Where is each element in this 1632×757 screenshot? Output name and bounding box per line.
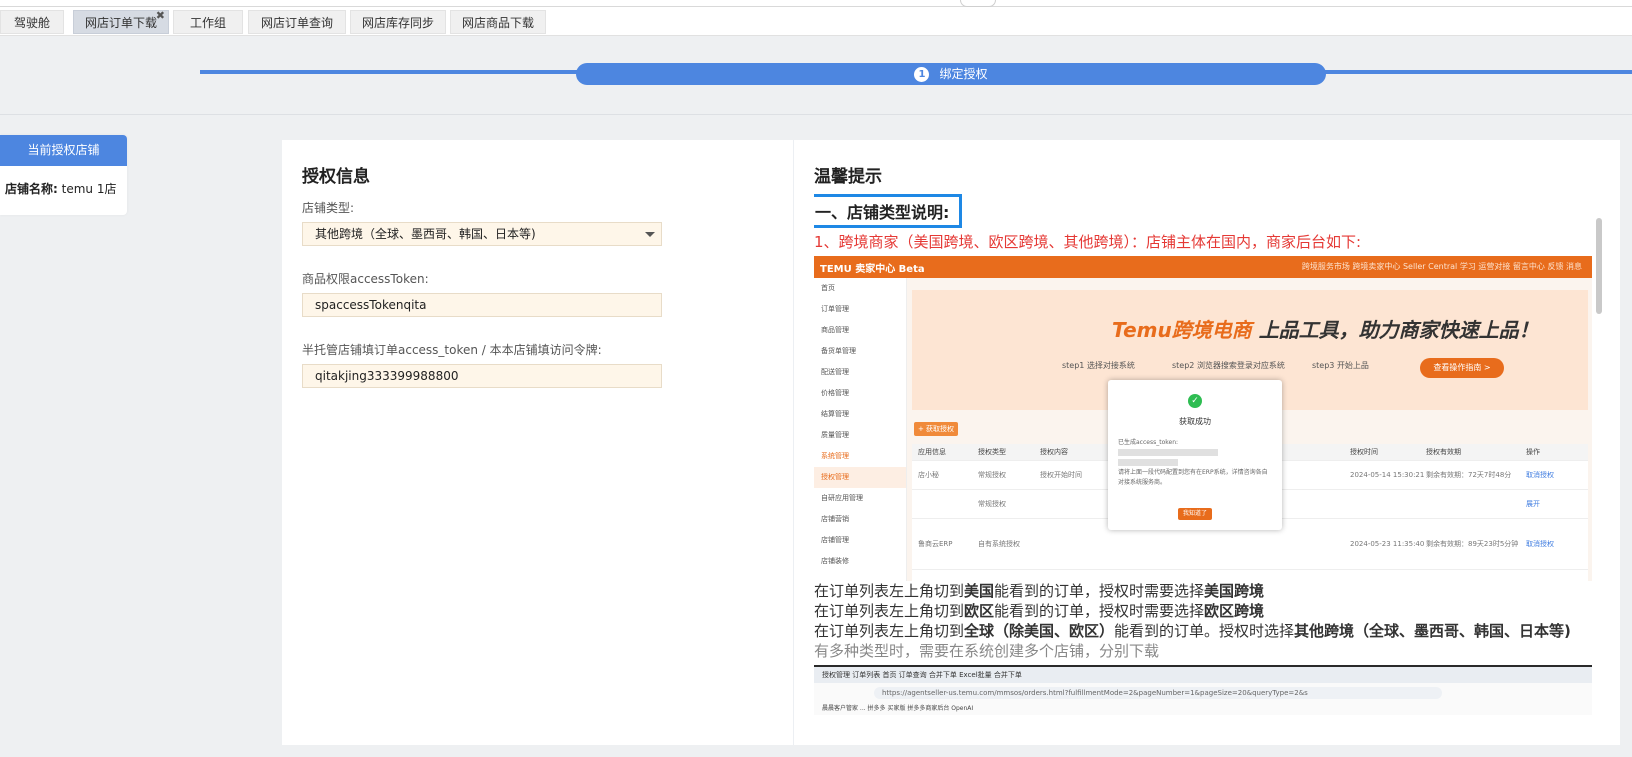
tips-section: 温馨提示 一、店铺类型说明: 1、跨境商家（美国跨境、欧区跨境、其他跨境）：店铺… — [814, 162, 1604, 742]
banner-title: Temu跨境电商 上品工具，助力商家快速上品！ — [1112, 318, 1539, 342]
screenshot-sidebar-item: 系统管理 — [821, 452, 849, 460]
store-type-heading: 一、店铺类型说明: — [814, 194, 963, 228]
modal-ok-button: 我知道了 — [1178, 508, 1212, 520]
chevron-down-icon — [645, 232, 655, 237]
current-store-card: 当前授权店铺 店铺名称: temu 1店 — [0, 135, 127, 215]
tab-close-icon[interactable]: ✖ — [156, 4, 165, 28]
banner-step: step2 浏览器搜索登录对应系统 — [1172, 361, 1285, 370]
window-top-edge — [0, 0, 1632, 7]
screenshot-sidebar-item: 价格管理 — [821, 389, 849, 397]
screenshot-sidebar-item: 商品管理 — [821, 326, 849, 334]
screenshot-sidebar-item: 首页 — [821, 284, 835, 292]
banner-step: step1 选择对接系统 — [1062, 361, 1135, 370]
collapse-handle[interactable] — [960, 0, 996, 7]
banner-guide-button: 查看操作指南 > — [1420, 358, 1504, 378]
step-label: 绑定授权 — [939, 67, 988, 81]
screenshot-sidebar-item: 自研应用管理 — [821, 494, 863, 502]
store-card-header: 当前授权店铺 — [0, 135, 127, 166]
tab-workgroup[interactable]: 工作组 — [173, 10, 243, 34]
browser-screenshot: 授权管理 订单列表 首页 订单查询 合并下单 Excel批量 合并下单 http… — [814, 665, 1592, 715]
product-token-label: 商品权限accessToken: — [302, 272, 429, 286]
tips-scrollbar[interactable] — [1596, 218, 1602, 314]
screenshot-success-modal: ✓ 获取成功 已生成access_token: 请将上面一段代码配置到您有在ER… — [1108, 380, 1282, 530]
checkmark-icon: ✓ — [1188, 394, 1202, 408]
screenshot-sidebar-item: 结算管理 — [821, 410, 849, 418]
temu-logo: TEMU 卖家中心 Beta — [820, 264, 925, 275]
screenshot-sidebar-item: 授权管理 — [814, 467, 906, 488]
screenshot-sidebar-item: 质量管理 — [821, 431, 849, 439]
store-type-label: 店铺类型: — [302, 201, 355, 215]
step-number-badge: 1 — [914, 67, 930, 82]
store-name-value: temu 1店 — [61, 182, 117, 196]
screenshot-sidebar-item: 店铺装修 — [821, 557, 849, 565]
tip-line-us: 在订单列表左上角切到美国能看到的订单，授权时需要选择美国跨境 — [814, 582, 1265, 600]
tip-line-eu: 在订单列表左上角切到欧区能看到的订单，授权时需要选择欧区跨境 — [814, 602, 1265, 620]
screenshot-header-links: 跨境服务市场 跨境卖家中心 Seller Central 学习 运营对接 留言中… — [1301, 262, 1582, 271]
redacted-token — [1118, 459, 1178, 466]
redacted-token — [1118, 449, 1218, 456]
tab-store-order-query[interactable]: 网店订单查询 — [248, 10, 346, 34]
auth-info-section: 授权信息 店铺类型: 其他跨境（全球、墨西哥、韩国、日本等) 商品权限acces… — [302, 162, 772, 388]
tips-scroll-area[interactable]: 一、店铺类型说明: 1、跨境商家（美国跨境、欧区跨境、其他跨境）：店铺主体在国内… — [814, 194, 1592, 742]
cross-border-note: 1、跨境商家（美国跨境、欧区跨境、其他跨境）：店铺主体在国内，商家后台如下: — [814, 233, 1362, 251]
store-name-label: 店铺名称: — [5, 182, 58, 196]
screenshot-sidebar-item: 店铺营销 — [821, 515, 849, 523]
tab-cockpit[interactable]: 驾驶舱 — [0, 10, 64, 34]
tips-title: 温馨提示 — [814, 167, 882, 187]
tab-store-order-download[interactable]: 网店订单下载 ✖ — [73, 9, 169, 34]
screenshot-add-auth-button: + 获取授权 — [914, 422, 958, 436]
product-token-input[interactable]: spaccessTokenqita — [302, 293, 662, 317]
screenshot-sidebar-item: 店铺管理 — [821, 536, 849, 544]
temu-backend-screenshot: TEMU 卖家中心 Beta 跨境服务市场 跨境卖家中心 Seller Cent… — [814, 256, 1592, 581]
store-type-select[interactable]: 其他跨境（全球、墨西哥、韩国、日本等) — [302, 222, 662, 246]
step-bar: 1 绑定授权 — [0, 36, 1632, 115]
browser-bookmarks: 晨晨客户管家 ... 拼多多 买家版 拼多多商家后台 OpenAI — [822, 705, 974, 712]
tip-line-multi-store: 有多种类型时，需要在系统创建多个店铺，分别下载 — [814, 642, 1160, 660]
main-panel: 授权信息 店铺类型: 其他跨境（全球、墨西哥、韩国、日本等) 商品权限acces… — [282, 140, 1620, 745]
screenshot-sidebar-item: 备货单管理 — [821, 347, 856, 355]
order-token-label: 半托管店铺填订单access_token / 本本店铺填访问令牌: — [302, 343, 602, 357]
tab-store-inventory-sync[interactable]: 网店库存同步 — [350, 10, 446, 34]
tab-store-product-download[interactable]: 网店商品下载 — [450, 10, 546, 34]
store-name-row: 店铺名称: temu 1店 — [0, 166, 127, 197]
modal-body: 已生成access_token: 请将上面一段代码配置到您有在ERP系统，详情咨… — [1118, 439, 1268, 486]
modal-title: 获取成功 — [1179, 417, 1211, 426]
screenshot-sidebar-item: 订单管理 — [821, 305, 849, 313]
browser-address-bar: https://agentseller-us.temu.com/mmsos/or… — [874, 687, 1442, 699]
banner-step: step3 开始上品 — [1312, 361, 1369, 370]
step-bind-authorization: 1 绑定授权 — [576, 63, 1326, 85]
tab-bar: 驾驶舱 网店订单下载 ✖ 工作组 网店订单查询 网店库存同步 网店商品下载 — [0, 7, 1632, 36]
screenshot-sidebar-item: 配送管理 — [821, 368, 849, 376]
browser-tabs: 授权管理 订单列表 首页 订单查询 合并下单 Excel批量 合并下单 — [814, 667, 1592, 683]
screenshot-header: TEMU 卖家中心 Beta 跨境服务市场 跨境卖家中心 Seller Cent… — [814, 256, 1592, 278]
order-token-input[interactable]: qitakjing333399988800 — [302, 364, 662, 388]
column-divider — [793, 140, 794, 745]
tip-line-global: 在订单列表左上角切到全球（除美国、欧区）能看到的订单。授权时选择其他跨境（全球、… — [814, 622, 1571, 640]
screenshot-sidebar: 首页 订单管理 商品管理 备货单管理 配送管理 价格管理 结算管理 质量管理 系… — [814, 278, 907, 581]
auth-info-title: 授权信息 — [302, 167, 370, 187]
